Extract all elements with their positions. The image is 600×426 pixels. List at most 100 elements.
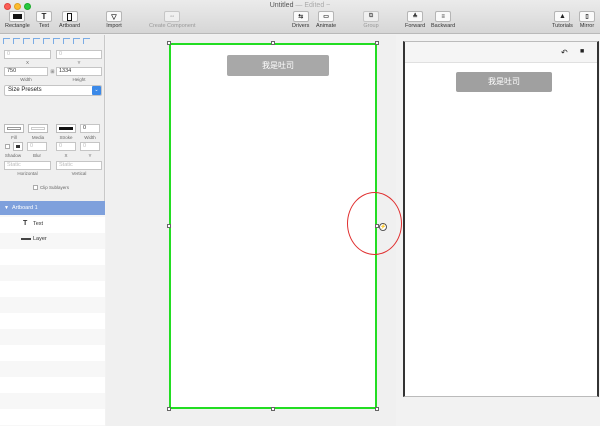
fill-swatch[interactable]: [4, 124, 24, 133]
align-left-icon[interactable]: [3, 38, 10, 44]
component-icon: ◦◦: [164, 11, 181, 22]
document-name: Untitled: [269, 2, 294, 9]
video-camera-icon[interactable]: ■: [580, 48, 584, 55]
mirror-icon: ▯: [579, 11, 595, 22]
size-presets-select[interactable]: Size Presets ⌄: [4, 85, 102, 96]
stroke-width-label: Width: [84, 135, 96, 140]
artboard-button-layer[interactable]: 我是吐司: [227, 55, 329, 76]
resize-handle-l[interactable]: [167, 224, 171, 228]
shadow-x-label: X: [64, 153, 68, 158]
distribute-v-icon[interactable]: [73, 38, 80, 44]
artboard-button[interactable]: Artboard: [59, 11, 80, 29]
tutorials-icon: ▲: [554, 11, 571, 22]
undo-icon[interactable]: ↶: [561, 48, 568, 57]
size-presets-value: Size Presets: [8, 87, 42, 93]
tutorials-button[interactable]: ▲ Tutorials: [552, 11, 573, 29]
forward-label: Forward: [405, 23, 426, 29]
group-icon: ⧉: [363, 11, 379, 22]
width-label: Width: [20, 77, 32, 82]
layer-name: Artboard 1: [12, 205, 38, 211]
layer-item-layer[interactable]: Layer: [0, 232, 105, 246]
blur-field[interactable]: 0: [27, 142, 47, 151]
align-right-icon[interactable]: [23, 38, 30, 44]
stroke-width-field[interactable]: 0: [80, 124, 100, 133]
height-label: Height: [72, 77, 86, 82]
layer-item-text[interactable]: T Text: [0, 217, 105, 231]
resize-handle-tl[interactable]: [167, 41, 171, 45]
shadow-y-label: Y: [88, 153, 92, 158]
x-position-field[interactable]: 0: [4, 50, 51, 59]
stroke-label: Stroke: [59, 135, 73, 140]
preview-button[interactable]: 我是吐司: [456, 72, 552, 92]
layers-panel: ▼ Artboard 1 T Text Layer: [0, 201, 105, 426]
import-button[interactable]: ▽ Import: [106, 11, 122, 29]
height-field[interactable]: 1334: [56, 67, 102, 76]
shadow-x-field[interactable]: 0: [56, 142, 76, 151]
horizontal-constraint-field[interactable]: Static: [4, 161, 51, 170]
lock-ratio-icon[interactable]: ⊞: [50, 69, 55, 75]
artboard-label: Artboard: [59, 23, 81, 29]
animate-button[interactable]: ▭ Animate: [316, 11, 336, 29]
backward-icon: ≡: [435, 11, 452, 22]
align-extra-icon[interactable]: [83, 38, 90, 44]
alignment-toolbar: [3, 38, 90, 44]
stroke-swatch[interactable]: [56, 124, 76, 133]
shadow-color-swatch[interactable]: [13, 142, 23, 151]
design-canvas[interactable]: 我是吐司 ⚡: [106, 35, 402, 426]
x-label: X: [25, 60, 29, 65]
align-center-icon[interactable]: [13, 38, 20, 44]
layer-item-artboard[interactable]: ▼ Artboard 1: [0, 201, 105, 215]
text-tool-button[interactable]: T Text: [36, 11, 52, 29]
preview-panel: ↶ ■ 我是吐司: [403, 41, 599, 397]
shadow-label: Shadow: [4, 153, 22, 158]
clip-sublayers-checkbox[interactable]: [33, 185, 38, 190]
y-position-field[interactable]: 0: [56, 50, 102, 59]
vertical-constraint-field[interactable]: Static: [56, 161, 102, 170]
resize-handle-b[interactable]: [271, 407, 275, 411]
resize-handle-bl[interactable]: [167, 407, 171, 411]
distribute-h-icon[interactable]: [63, 38, 70, 44]
chevron-down-icon: ⌄: [92, 86, 101, 95]
align-bottom-icon[interactable]: [53, 38, 60, 44]
text-icon: T: [36, 11, 52, 22]
align-top-icon[interactable]: [33, 38, 40, 44]
resize-handle-br[interactable]: [375, 407, 379, 411]
align-middle-icon[interactable]: [43, 38, 50, 44]
artboard[interactable]: 我是吐司: [169, 43, 377, 409]
disclosure-triangle-icon[interactable]: ▼: [4, 201, 9, 215]
backward-button[interactable]: ≡ Backward: [431, 11, 455, 29]
mirror-button[interactable]: ▯ Mirror: [579, 11, 595, 29]
drivers-icon: ⇆: [292, 11, 309, 22]
layer-name: Layer: [33, 236, 47, 242]
rectangle-icon: [9, 11, 26, 22]
blur-label: Blur: [32, 153, 41, 158]
mirror-label: Mirror: [579, 23, 595, 29]
drivers-button[interactable]: ⇆ Drivers: [292, 11, 309, 29]
layer-icon: [21, 238, 31, 240]
artboard-icon: [61, 11, 78, 22]
text-layer-icon: T: [23, 220, 28, 227]
shadow-y-field[interactable]: 0: [80, 142, 100, 151]
resize-handle-tr[interactable]: [375, 41, 379, 45]
media-swatch[interactable]: [28, 124, 48, 133]
toolbar: Untitled — Edited ~ Rectangle T Text Art…: [0, 0, 600, 34]
shadow-checkbox[interactable]: [5, 144, 10, 149]
tutorials-label: Tutorials: [552, 23, 573, 29]
vertical-label: Vertical: [71, 171, 87, 176]
group-button[interactable]: ⧉ Group: [363, 11, 379, 29]
lightning-icon[interactable]: ⚡: [379, 223, 387, 231]
clip-sublayers-label: Clip Sublayers: [40, 185, 70, 190]
horizontal-label: Horizontal: [17, 171, 38, 176]
text-tool-label: Text: [38, 23, 50, 29]
y-label: Y: [77, 60, 81, 65]
rectangle-button[interactable]: Rectangle: [5, 11, 30, 29]
forward-button[interactable]: ≜ Forward: [405, 11, 425, 29]
layer-name: Text: [33, 221, 44, 227]
media-label: Media: [31, 135, 45, 140]
forward-icon: ≜: [407, 11, 424, 22]
width-field[interactable]: 750: [4, 67, 48, 76]
resize-handle-t[interactable]: [271, 41, 275, 45]
group-label: Group: [363, 23, 379, 29]
rectangle-label: Rectangle: [5, 23, 30, 29]
create-component-button[interactable]: ◦◦ Create Component: [149, 11, 195, 29]
